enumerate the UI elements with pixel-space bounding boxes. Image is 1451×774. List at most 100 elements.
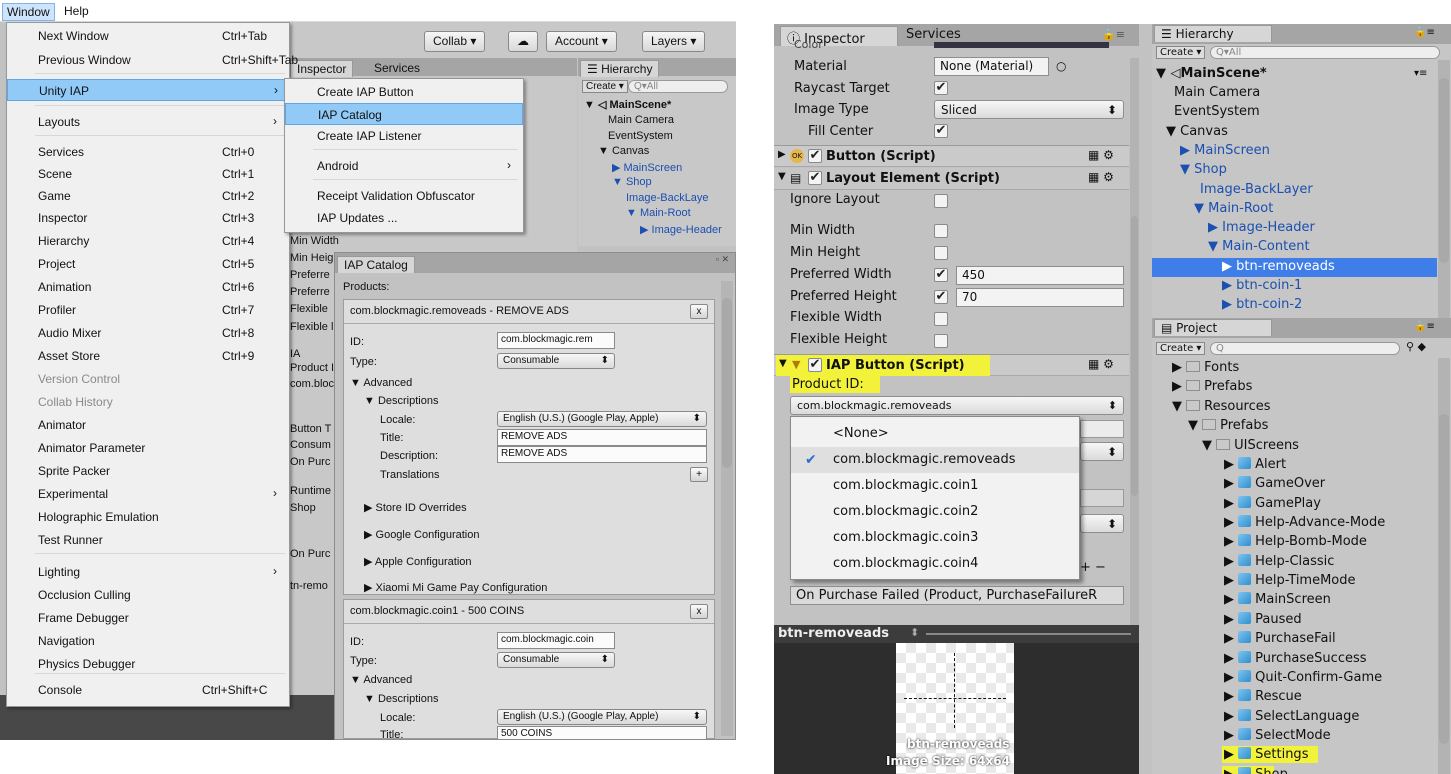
project-folder[interactable]: ▶ Prefabs (1172, 379, 1252, 394)
descriptions-foldout[interactable]: ▼ Descriptions (364, 395, 438, 407)
hierarchy-create-button[interactable]: Create ▾ (582, 80, 628, 93)
menu-item-occlusion-culling[interactable]: Occlusion Culling (7, 584, 289, 606)
add-remove-icons[interactable]: + − (1080, 560, 1106, 575)
menu-item-inspector[interactable]: Inspector Ctrl+3 (7, 207, 289, 229)
preferred-height-checkbox[interactable]: ✔ (934, 290, 948, 304)
dropdown-option[interactable]: ✔ com.blockmagic.removeads (791, 447, 1079, 473)
product-type-dropdown[interactable]: Consumable ⬍ (497, 652, 615, 668)
menu-item-lighting[interactable]: Lighting › (7, 561, 289, 583)
hierarchy-scroll-thumb[interactable] (1439, 78, 1449, 263)
lock-icon[interactable]: 🔒≡ (1102, 28, 1125, 41)
button-enabled-checkbox[interactable]: ✔ (808, 149, 822, 163)
hierarchy-item[interactable]: ▼ Main-Root (1194, 201, 1273, 216)
project-prefab[interactable]: ▶ PurchaseFail (1224, 631, 1336, 646)
menu-item-test-runner[interactable]: Test Runner (7, 529, 289, 551)
locale-dropdown[interactable]: English (U.S.) (Google Play, Apple) ⬍ (497, 411, 707, 427)
inspector-scroll-thumb[interactable] (1131, 216, 1138, 496)
layout-element-header[interactable]: ▼ ▤ ✔ Layout Element (Script) ▦ ⚙ (774, 168, 1129, 190)
description-field[interactable]: REMOVE ADS (497, 446, 707, 463)
hierarchy-item[interactable]: ▶ btn-removeads (1222, 259, 1335, 274)
partial-dropdown[interactable]: ⬍ (1080, 442, 1124, 461)
remove-product-button[interactable]: x (690, 304, 708, 319)
menu-item-experimental[interactable]: Experimental › (7, 483, 289, 505)
project-prefab[interactable]: ▶ MainScreen (1224, 592, 1331, 607)
project-prefab[interactable]: ▶ SelectMode (1224, 727, 1331, 743)
menu-item-hierarchy[interactable]: Hierarchy Ctrl+4 (7, 230, 289, 252)
hierarchy-item[interactable]: ▶ Image-Header (640, 223, 722, 236)
hierarchy-item[interactable]: ▼ Shop (1180, 162, 1227, 177)
hierarchy-item[interactable]: Main Camera (1174, 85, 1260, 100)
hierarchy-item[interactable]: Main Camera (608, 114, 674, 126)
project-prefab[interactable]: ▶ SelectLanguage (1224, 708, 1359, 724)
menu-item-animator-parameter[interactable]: Animator Parameter (7, 437, 289, 459)
preferred-width-checkbox[interactable]: ✔ (934, 268, 948, 282)
preview-dropdown-icon[interactable]: ⬍ (910, 626, 919, 639)
project-prefab[interactable]: ▶ GameOver (1224, 476, 1325, 491)
menu-item-profiler[interactable]: Profiler Ctrl+7 (7, 299, 289, 321)
tab-hierarchy[interactable]: ☰ Hierarchy (580, 60, 660, 77)
dropdown-option[interactable]: com.blockmagic.coin2 (791, 499, 1079, 525)
project-folder[interactable]: ▼ Prefabs (1188, 418, 1268, 433)
advanced-foldout[interactable]: ▼ Advanced (350, 377, 412, 389)
project-prefab[interactable]: ▶ GamePlay (1224, 495, 1321, 511)
material-field[interactable]: None (Material) (934, 57, 1049, 76)
menu-item-project[interactable]: Project Ctrl+5 (7, 253, 289, 275)
hierarchy-item[interactable]: ▼ Main-Content (1208, 239, 1310, 254)
menu-item-next-window[interactable]: Next Window Ctrl+Tab (7, 25, 289, 47)
menu-item-animator[interactable]: Animator (7, 414, 289, 436)
title-field[interactable]: REMOVE ADS (497, 429, 707, 446)
project-scroll-thumb[interactable] (1439, 414, 1449, 744)
scene-menu-icon[interactable]: ▾≡ (1414, 68, 1427, 79)
submenu-item-android[interactable]: Android › (285, 155, 523, 177)
flexible-width-checkbox[interactable] (934, 312, 948, 326)
menu-item-animation[interactable]: Animation Ctrl+6 (7, 276, 289, 298)
hierarchy-item[interactable]: ▶ MainScreen (612, 161, 682, 174)
product-id-field[interactable]: com.blockmagic.coin (497, 632, 615, 649)
project-prefab[interactable]: ▶ Shop (1224, 766, 1288, 774)
settings-gear-icon[interactable]: ▦ ⚙ (1088, 357, 1114, 371)
dropdown-option[interactable]: com.blockmagic.coin1 (791, 473, 1079, 499)
menu-item-holographic-emulation[interactable]: Holographic Emulation (7, 506, 289, 528)
tab-project[interactable]: ▤ Project (1154, 319, 1272, 336)
project-folder[interactable]: ▶ Fonts (1172, 360, 1239, 375)
hierarchy-item[interactable]: EventSystem (1174, 104, 1260, 119)
layers-dropdown[interactable]: Layers ▾ (642, 31, 706, 52)
iap-button-header[interactable]: ▼ ▼ ✔ IAP Button (Script) ▦ ⚙ (774, 354, 1129, 376)
menu-item-physics-debugger[interactable]: Physics Debugger (7, 653, 289, 675)
flexible-height-checkbox[interactable] (934, 334, 948, 348)
project-folder[interactable]: ▼ UIScreens (1202, 438, 1299, 453)
title-field[interactable]: 500 COINS (497, 726, 707, 740)
menu-item-scene[interactable]: Scene Ctrl+1 (7, 163, 289, 185)
menu-item-version-control[interactable]: Version Control (7, 368, 289, 390)
ignore-layout-checkbox[interactable] (934, 194, 948, 208)
menu-item-collab-history[interactable]: Collab History (7, 391, 289, 413)
project-prefab[interactable]: ▶ Quit-Confirm-Game (1224, 669, 1382, 685)
apple-config-foldout[interactable]: ▶ Apple Configuration (364, 555, 472, 568)
project-prefab[interactable]: ▶ Paused (1224, 611, 1302, 627)
partial-field[interactable] (1080, 489, 1124, 507)
descriptions-foldout[interactable]: ▼ Descriptions (364, 693, 438, 705)
collab-button[interactable]: Collab ▾ (424, 31, 486, 52)
hierarchy-item[interactable]: Image-BackLaye (626, 192, 709, 204)
project-create-button[interactable]: Create ▾ (1156, 342, 1206, 355)
tab-hierarchy[interactable]: ☰ Hierarchy (1154, 25, 1272, 42)
project-prefab[interactable]: ▶ PurchaseSuccess (1224, 650, 1367, 666)
image-type-dropdown[interactable]: Sliced ⬍ (934, 100, 1124, 119)
settings-gear-icon[interactable]: ▦ ⚙ (1088, 170, 1114, 184)
preview-drag-handle[interactable] (926, 633, 1131, 635)
color-swatch[interactable] (934, 42, 1109, 48)
hierarchy-item[interactable]: EventSystem (608, 130, 673, 142)
dropdown-option[interactable]: com.blockmagic.coin4 (791, 551, 1079, 577)
hierarchy-item[interactable]: ▼ Canvas (1166, 124, 1228, 139)
project-prefab[interactable]: ▶ Help-Advance-Mode (1224, 515, 1385, 530)
hierarchy-item[interactable]: ▶ MainScreen (1180, 143, 1270, 158)
menu-item-console[interactable]: Console Ctrl+Shift+C (7, 679, 289, 701)
preferred-height-field[interactable]: 70 (956, 288, 1124, 307)
hierarchy-item[interactable]: ▶ btn-coin-1 (1222, 278, 1302, 293)
menu-item-sprite-packer[interactable]: Sprite Packer (7, 460, 289, 482)
project-prefab[interactable]: ▶ Help-TimeMode (1224, 573, 1356, 588)
tab-services[interactable]: Services (900, 26, 967, 43)
cloud-button[interactable]: ☁ (508, 31, 538, 52)
button-component-header[interactable]: ▶ OK ✔ Button (Script) ▦ ⚙ (774, 145, 1129, 167)
hierarchy-search-input[interactable]: Q▾All (628, 80, 728, 93)
